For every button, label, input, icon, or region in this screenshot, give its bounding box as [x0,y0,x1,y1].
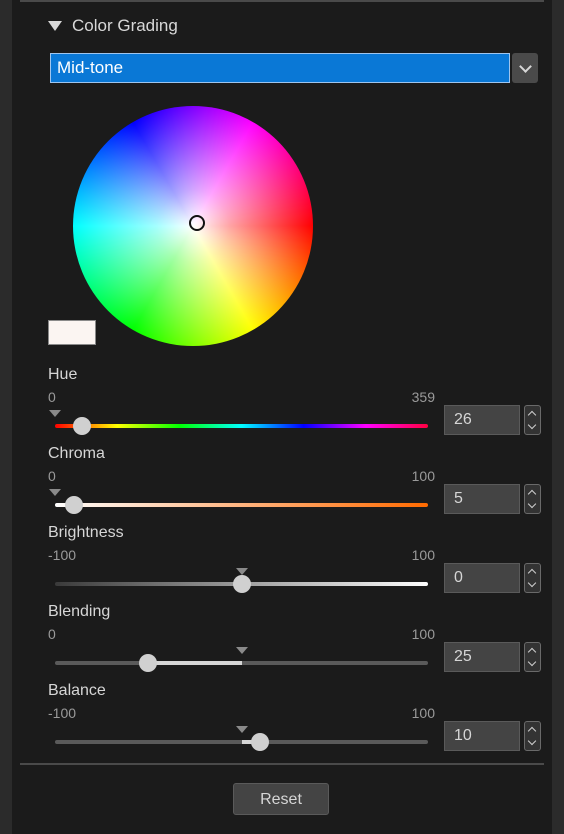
balance-max-label: 100 [411,705,435,721]
color-grading-header[interactable]: Color Grading [48,14,178,38]
hue-label: Hue [48,366,78,383]
hue-spinner[interactable] [524,405,541,435]
tone-select-dropdown-button[interactable] [512,53,538,83]
balance-spinner[interactable] [524,721,541,751]
brightness-value-input[interactable]: 0 [444,563,520,593]
chroma-spinner[interactable] [524,484,541,514]
tone-select-value[interactable]: Mid-tone [50,53,510,83]
chevron-up-icon[interactable] [527,726,537,736]
brightness-spinner[interactable] [524,563,541,593]
balance-min-label: -100 [48,705,77,721]
blending-label: Blending [48,603,111,620]
bottom-divider [20,763,544,765]
chroma-label: Chroma [48,445,105,462]
section-title: Color Grading [72,16,178,35]
color-preview-swatch [48,320,96,345]
chevron-down-icon[interactable] [527,578,537,588]
chevron-up-icon[interactable] [527,568,537,578]
brightness-min-label: -100 [48,547,77,563]
chevron-up-icon[interactable] [527,489,537,499]
brightness-default-marker [235,568,248,575]
tone-select[interactable]: Mid-tone [50,53,538,83]
blending-min-label: 0 [48,626,56,642]
chroma-default-marker [49,489,61,496]
hue-min-label: 0 [48,389,56,405]
chevron-down-icon[interactable] [527,499,537,509]
chevron-down-icon[interactable] [527,657,537,667]
triangle-down-icon[interactable] [48,21,62,31]
chroma-slider-thumb[interactable] [64,496,83,514]
blending-slider-thumb[interactable] [139,654,158,672]
hue-slider-track[interactable] [55,424,428,428]
panel-right-edge [552,0,564,834]
hue-value-input[interactable]: 26 [444,405,520,435]
chevron-down-icon[interactable] [527,736,537,746]
blending-slider-track[interactable] [55,661,428,665]
color-wheel-marker[interactable] [189,215,205,231]
chroma-slider-track[interactable] [55,503,428,507]
chevron-up-icon[interactable] [527,410,537,420]
blending-spinner[interactable] [524,642,541,672]
brightness-max-label: 100 [411,547,435,563]
chroma-value-input[interactable]: 5 [444,484,520,514]
balance-label: Balance [48,682,106,699]
chroma-max-label: 100 [411,468,435,484]
blending-value-input[interactable]: 25 [444,642,520,672]
hue-default-marker [49,410,61,417]
panel-left-edge [0,0,12,834]
hue-max-label: 359 [411,389,435,405]
blending-slider-fill [148,661,242,665]
balance-default-marker [235,726,248,733]
brightness-label: Brightness [48,524,124,541]
chevron-up-icon[interactable] [527,647,537,657]
balance-slider-thumb[interactable] [251,733,270,751]
blending-default-marker [235,647,248,654]
top-divider [20,0,544,2]
balance-value-input[interactable]: 10 [444,721,520,751]
chroma-min-label: 0 [48,468,56,484]
blending-max-label: 100 [411,626,435,642]
brightness-slider-thumb[interactable] [232,575,251,593]
chevron-down-icon [518,59,532,73]
chevron-down-icon[interactable] [527,420,537,430]
reset-button[interactable]: Reset [233,783,329,815]
hue-slider-thumb[interactable] [73,417,91,435]
